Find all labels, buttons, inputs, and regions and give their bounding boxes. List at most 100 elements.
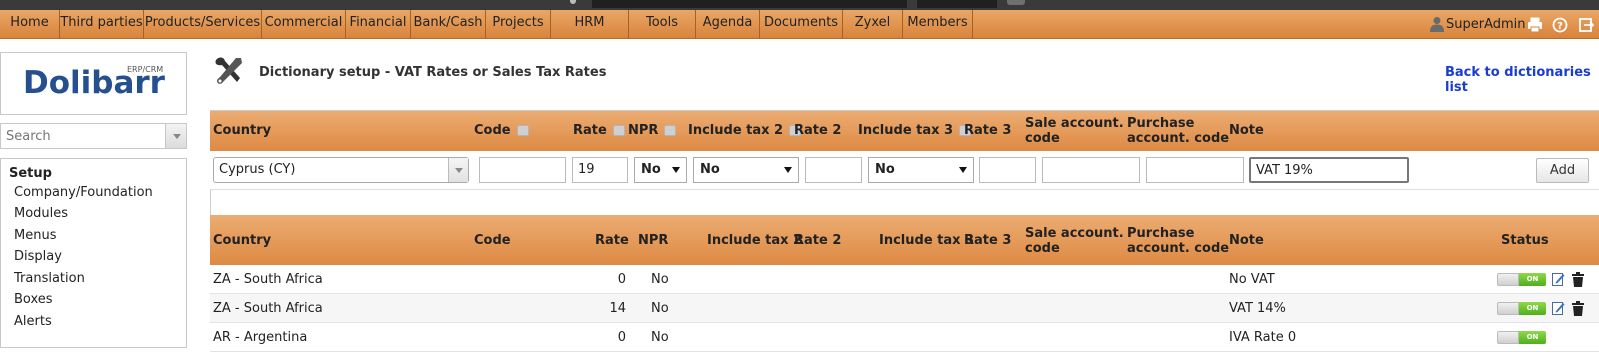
list-header-row: Country Code Rate NPR Include tax 2 Rate… bbox=[210, 215, 1599, 265]
include-tax2-select[interactable]: No bbox=[693, 157, 799, 183]
col-npr-label: NPR bbox=[628, 123, 659, 138]
chevron-down-icon[interactable] bbox=[165, 124, 186, 148]
left-menu-title[interactable]: Setup bbox=[9, 166, 52, 181]
npr-select-value: No bbox=[641, 162, 661, 177]
add-button[interactable]: Add bbox=[1536, 158, 1589, 183]
col-rate-header[interactable]: Rate bbox=[573, 123, 625, 138]
col-sale-account-header[interactable]: Sale account. code bbox=[1025, 116, 1124, 146]
print-icon[interactable] bbox=[1527, 17, 1543, 33]
trash-icon[interactable] bbox=[1572, 272, 1584, 287]
menu-products-services[interactable]: Products/Services bbox=[144, 10, 262, 38]
menu-financial[interactable]: Financial bbox=[346, 10, 411, 38]
help-tooltip-icon[interactable] bbox=[664, 125, 677, 136]
menu-zyxel[interactable]: Zyxel bbox=[843, 10, 903, 38]
col-purchase-account-header[interactable]: Purchase account. code bbox=[1127, 116, 1229, 146]
list-col-include-tax3-header[interactable]: Include tax 3 bbox=[879, 233, 974, 248]
strip-block bbox=[917, 0, 997, 8]
list-col-status-header[interactable]: Status bbox=[1501, 233, 1549, 248]
menu-hrm[interactable]: HRM bbox=[551, 10, 629, 38]
row-rate: 14 bbox=[609, 301, 626, 316]
list-col-sale-account-label-1: Sale account. bbox=[1025, 226, 1124, 241]
menu-agenda[interactable]: Agenda bbox=[696, 10, 760, 38]
left-menu-item-menus[interactable]: Menus bbox=[14, 228, 56, 243]
left-menu-item-modules[interactable]: Modules bbox=[14, 206, 68, 221]
search-box bbox=[0, 123, 187, 149]
code-input[interactable] bbox=[479, 157, 566, 183]
rate-input[interactable]: 19 bbox=[572, 157, 628, 183]
back-to-dictionaries-link[interactable]: Back to dictionaries list bbox=[1445, 65, 1599, 95]
include-tax3-select-value: No bbox=[875, 162, 895, 177]
list-col-code-header[interactable]: Code bbox=[474, 233, 511, 248]
purchase-account-input[interactable] bbox=[1146, 157, 1244, 183]
col-rate2-header[interactable]: Rate 2 bbox=[794, 123, 841, 138]
edit-icon[interactable] bbox=[1552, 301, 1565, 315]
help-tooltip-icon[interactable] bbox=[612, 125, 625, 136]
user-name[interactable]: SuperAdmin bbox=[1446, 17, 1526, 32]
include-tax3-select[interactable]: No bbox=[868, 157, 974, 183]
col-country-header[interactable]: Country bbox=[213, 123, 271, 138]
rate3-input[interactable] bbox=[979, 157, 1036, 183]
menu-members[interactable]: Members bbox=[903, 10, 973, 38]
list-col-include-tax2-header[interactable]: Include tax 2 bbox=[707, 233, 802, 248]
note-input[interactable]: VAT 19% bbox=[1249, 157, 1409, 183]
status-toggle[interactable]: ON bbox=[1497, 331, 1546, 344]
left-menu-item-company[interactable]: Company/Foundation bbox=[14, 185, 153, 200]
list-col-sale-account-header[interactable]: Sale account. code bbox=[1025, 226, 1124, 256]
menu-commercial[interactable]: Commercial bbox=[262, 10, 346, 38]
table-row: ZA - South Africa 14 No VAT 14% ON bbox=[210, 294, 1599, 323]
form-header-row: Country Code Rate NPR Include tax 2 Rate… bbox=[210, 111, 1599, 151]
menu-home[interactable]: Home bbox=[0, 10, 60, 38]
strip-dot bbox=[570, 0, 576, 4]
edit-icon[interactable] bbox=[1552, 272, 1565, 286]
list-col-rate-header[interactable]: Rate bbox=[595, 233, 629, 248]
status-toggle[interactable]: ON bbox=[1497, 302, 1546, 315]
npr-select[interactable]: No bbox=[634, 157, 687, 183]
left-menu-item-alerts[interactable]: Alerts bbox=[14, 314, 52, 329]
help-icon[interactable]: ? bbox=[1552, 17, 1568, 33]
left-menu-item-boxes[interactable]: Boxes bbox=[14, 292, 53, 307]
help-tooltip-icon[interactable] bbox=[516, 125, 529, 136]
trash-icon[interactable] bbox=[1572, 301, 1584, 316]
menu-third-parties[interactable]: Third parties bbox=[60, 10, 144, 38]
left-menu-item-display[interactable]: Display bbox=[14, 249, 62, 264]
row-npr: No bbox=[651, 272, 669, 287]
col-rate3-header[interactable]: Rate 3 bbox=[964, 123, 1011, 138]
list-col-note-header[interactable]: Note bbox=[1229, 233, 1264, 248]
tools-icon bbox=[215, 57, 242, 84]
row-note: VAT 14% bbox=[1229, 301, 1286, 316]
caret-down-icon bbox=[959, 167, 967, 173]
col-include-tax2-header[interactable]: Include tax 2 bbox=[688, 123, 802, 138]
logout-icon[interactable] bbox=[1578, 17, 1594, 33]
chevron-down-icon[interactable] bbox=[448, 158, 468, 182]
col-note-header[interactable]: Note bbox=[1229, 123, 1264, 138]
list-col-npr-header[interactable]: NPR bbox=[638, 233, 668, 248]
left-menu-item-translation[interactable]: Translation bbox=[14, 271, 85, 286]
menu-bank-cash[interactable]: Bank/Cash bbox=[411, 10, 486, 38]
country-select[interactable]: Cyprus (CY) bbox=[213, 157, 469, 183]
logo-subtitle: ERP/CRM bbox=[127, 65, 164, 74]
list-col-rate2-header[interactable]: Rate 2 bbox=[794, 233, 841, 248]
list-col-rate3-header[interactable]: Rate 3 bbox=[964, 233, 1011, 248]
col-npr-header[interactable]: NPR bbox=[628, 123, 677, 138]
logo-box[interactable]: Dolibarr ERP/CRM bbox=[0, 52, 187, 115]
col-code-header[interactable]: Code bbox=[474, 123, 529, 138]
col-rate-label: Rate bbox=[573, 123, 607, 138]
toggle-on-label: ON bbox=[1519, 302, 1546, 315]
row-rate: 0 bbox=[617, 272, 626, 287]
sale-account-input[interactable] bbox=[1042, 157, 1140, 183]
col-include-tax3-header[interactable]: Include tax 3 bbox=[858, 123, 972, 138]
top-menu-bar: Home Third parties Products/Services Com… bbox=[0, 10, 1599, 39]
status-toggle[interactable]: ON bbox=[1497, 273, 1546, 286]
list-col-purchase-account-header[interactable]: Purchase account. code bbox=[1127, 226, 1229, 256]
toggle-on-label: ON bbox=[1519, 273, 1546, 286]
list-col-purchase-account-label-2: account. code bbox=[1127, 241, 1230, 256]
menu-tools[interactable]: Tools bbox=[629, 10, 696, 38]
toggle-off-part bbox=[1497, 331, 1519, 344]
browser-top-strip bbox=[0, 0, 1599, 10]
rate2-input[interactable] bbox=[805, 157, 862, 183]
list-col-sale-account-label-2: code bbox=[1025, 241, 1060, 256]
search-input[interactable] bbox=[4, 125, 164, 147]
list-col-country-header[interactable]: Country bbox=[213, 233, 271, 248]
menu-documents[interactable]: Documents bbox=[760, 10, 843, 38]
menu-projects[interactable]: Projects bbox=[486, 10, 551, 38]
